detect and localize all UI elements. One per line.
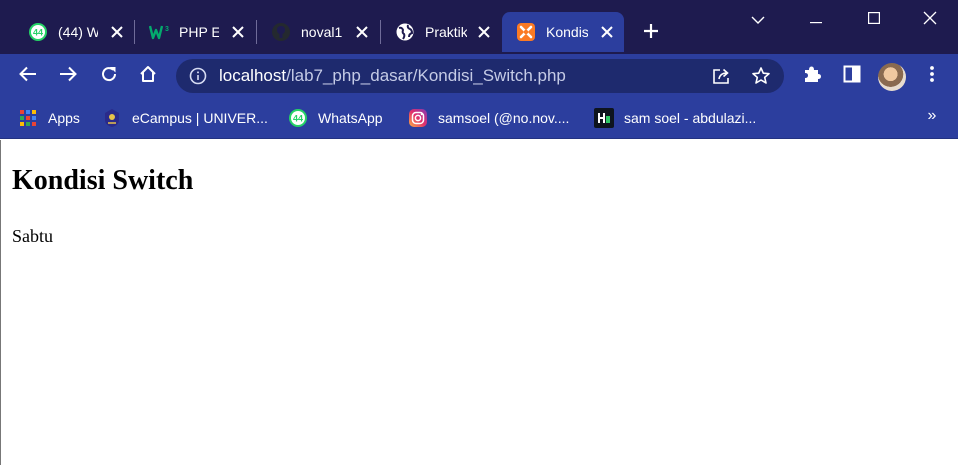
new-tab-button[interactable] <box>638 20 664 46</box>
chevron-down-icon <box>751 11 765 29</box>
whatsapp-icon: 44 <box>288 108 308 128</box>
info-icon[interactable] <box>188 66 208 86</box>
github-icon <box>271 22 291 42</box>
side-panel-button[interactable] <box>838 62 866 90</box>
tab-whatsapp[interactable]: 44 (44) W <box>14 12 134 52</box>
home-icon <box>139 65 157 88</box>
share-icon[interactable] <box>710 65 732 87</box>
url-text[interactable]: localhost/lab7_php_dasar/Kondisi_Switch.… <box>219 59 566 93</box>
globe-icon <box>395 22 415 42</box>
university-icon <box>102 108 122 128</box>
close-icon <box>923 11 937 30</box>
bookmark-apps[interactable]: Apps <box>18 107 80 129</box>
tab-title: PHP Ec <box>179 24 219 40</box>
bookmark-whatsapp[interactable]: 44 WhatsApp <box>288 107 383 129</box>
bookmark-label: eCampus | UNIVER... <box>132 110 268 126</box>
xampp-icon <box>516 22 536 42</box>
instagram-icon <box>408 108 428 128</box>
arrow-right-icon <box>59 66 77 87</box>
tab-title: noval1 <box>301 24 343 40</box>
tab-github[interactable]: noval1 <box>257 12 379 52</box>
hackerrank-icon <box>594 108 614 128</box>
close-icon[interactable] <box>598 23 616 41</box>
page-text: Sabtu <box>12 226 54 246</box>
tab-title: (44) W <box>58 24 98 40</box>
url-path: /lab7_php_dasar/Kondisi_Switch.php <box>286 66 566 85</box>
toolbar: localhost/lab7_php_dasar/Kondisi_Switch.… <box>0 54 958 99</box>
reload-button[interactable] <box>95 62 123 90</box>
bookmarks-overflow-button[interactable]: » <box>922 104 942 128</box>
back-button[interactable] <box>14 62 42 90</box>
svg-text:3: 3 <box>165 26 169 33</box>
tab-search-button[interactable] <box>730 0 786 40</box>
close-icon[interactable] <box>475 23 493 41</box>
tab-title: Kondis <box>546 24 588 40</box>
menu-button[interactable] <box>918 62 946 90</box>
close-icon[interactable] <box>108 23 126 41</box>
extensions-button[interactable] <box>798 62 826 90</box>
star-icon[interactable] <box>750 65 772 87</box>
arrow-left-icon <box>19 66 37 87</box>
home-button[interactable] <box>134 62 162 90</box>
bookmark-instagram[interactable]: samsoel (@no.nov.... <box>408 107 569 129</box>
maximize-button[interactable] <box>846 0 902 40</box>
bookmark-label: Apps <box>48 110 80 126</box>
tab-praktik[interactable]: Praktik <box>381 12 501 52</box>
plus-icon <box>643 23 659 44</box>
tab-kondisi-active[interactable]: Kondis <box>502 12 624 52</box>
more-vertical-icon <box>929 65 935 88</box>
whatsapp-tab-badge: 44 <box>33 28 43 38</box>
tab-title: Praktik <box>425 24 467 40</box>
bookmark-label: sam soel - abdulazi... <box>624 110 757 126</box>
whatsapp-icon: 44 <box>28 22 48 42</box>
reload-icon <box>100 65 118 88</box>
avatar[interactable] <box>878 63 906 91</box>
close-window-button[interactable] <box>902 0 958 40</box>
bookmark-hackerrank[interactable]: sam soel - abdulazi... <box>594 107 756 129</box>
bookmark-label: samsoel (@no.nov.... <box>438 110 570 126</box>
close-icon[interactable] <box>229 23 247 41</box>
apps-grid-icon <box>18 108 38 128</box>
tab-php[interactable]: 3 PHP Ec <box>135 12 255 52</box>
url-host: localhost <box>219 66 287 85</box>
minimize-button[interactable] <box>788 0 844 40</box>
address-bar[interactable]: localhost/lab7_php_dasar/Kondisi_Switch.… <box>176 59 784 93</box>
puzzle-icon <box>802 64 822 89</box>
close-icon[interactable] <box>353 23 371 41</box>
page-heading: Kondisi Switch <box>12 165 194 196</box>
bookmarks-bar: Apps eCampus | UNIVER... 44 WhatsApp sam… <box>0 99 958 139</box>
whatsapp-bookmark-badge: 44 <box>293 114 303 124</box>
w3schools-icon: 3 <box>149 22 169 42</box>
bookmark-label: WhatsApp <box>318 110 383 126</box>
page-content: Kondisi Switch Sabtu <box>0 140 958 465</box>
side-panel-icon <box>843 65 861 88</box>
minimize-icon <box>810 11 822 29</box>
tab-strip: 44 (44) W 3 PHP Ec noval1 Praktik <box>0 0 958 54</box>
bookmark-ecampus[interactable]: eCampus | UNIVER... <box>102 107 268 129</box>
forward-button[interactable] <box>54 62 82 90</box>
maximize-icon <box>868 11 881 29</box>
